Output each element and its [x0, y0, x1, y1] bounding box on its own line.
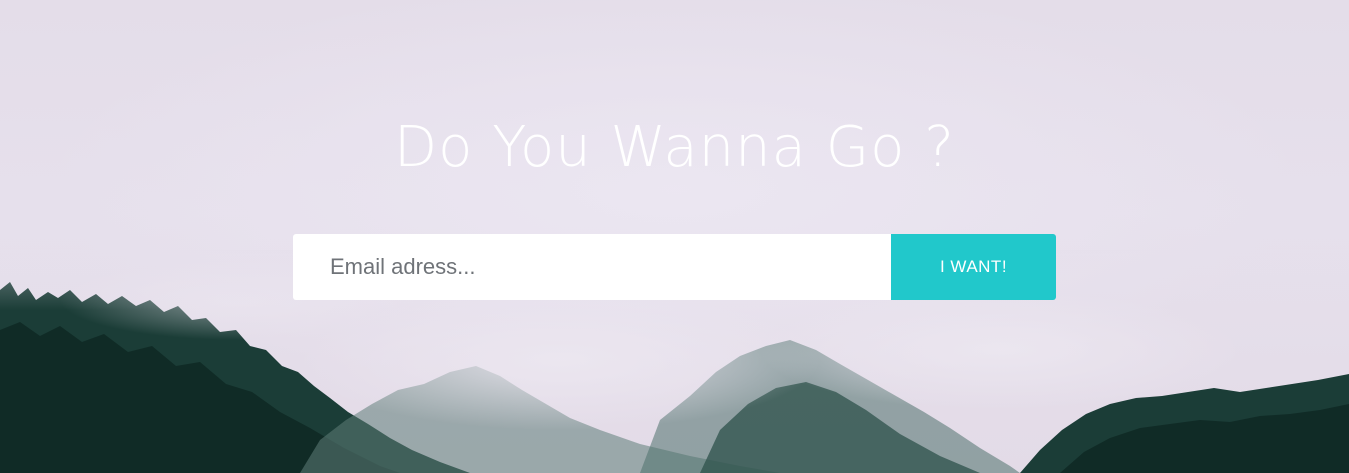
page-headline: Do You Wanna Go ?	[394, 115, 955, 180]
hero-section: Do You Wanna Go ? I WANT!	[0, 0, 1349, 473]
email-signup-form: I WANT!	[293, 234, 1056, 300]
i-want-button[interactable]: I WANT!	[891, 234, 1056, 300]
email-input[interactable]	[293, 234, 891, 300]
